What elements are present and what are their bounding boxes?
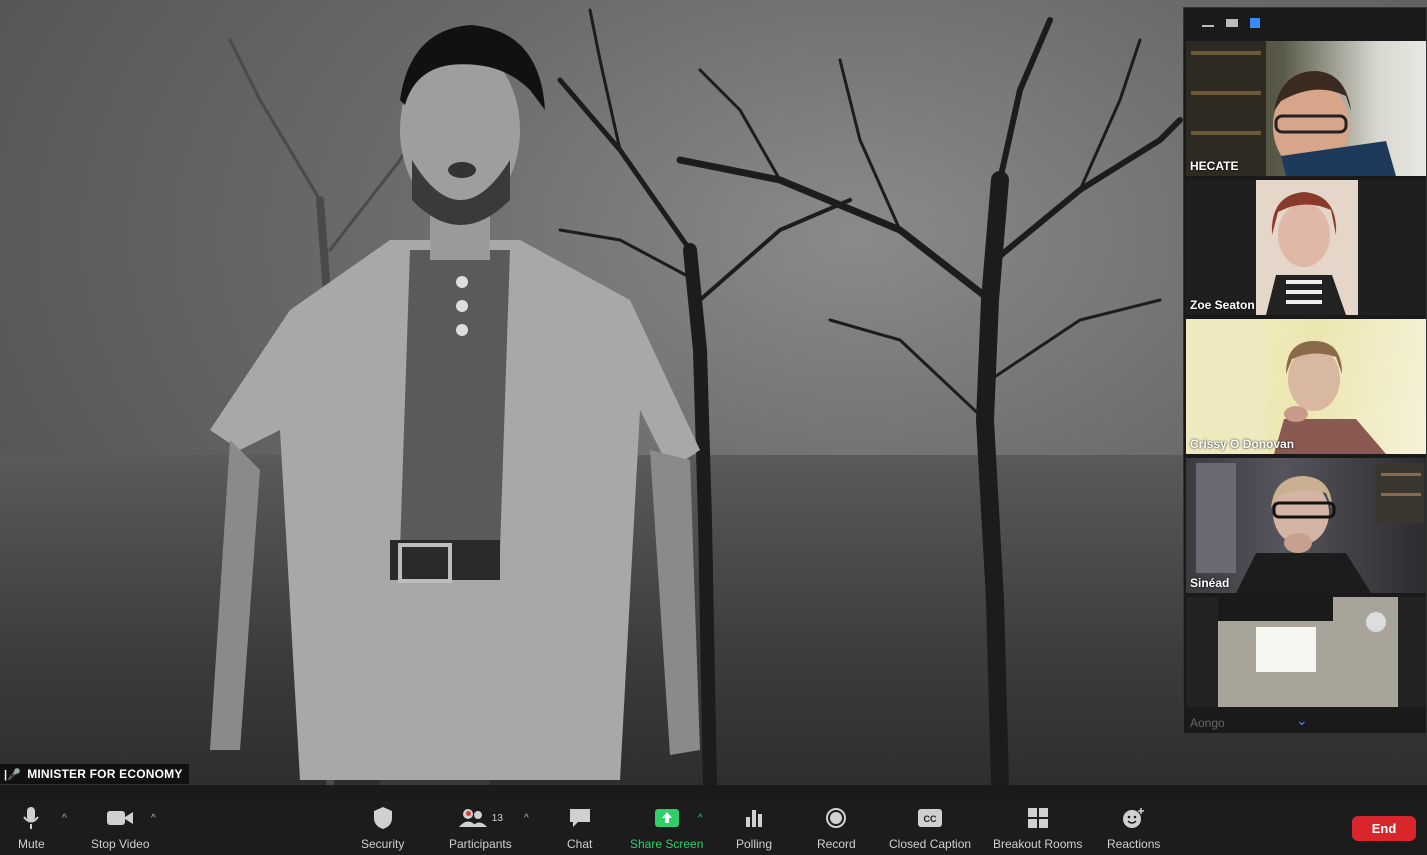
participant-tile[interactable]: Zoe Seaton bbox=[1186, 180, 1426, 315]
participants-icon: 13 bbox=[458, 805, 503, 831]
shield-icon bbox=[372, 805, 394, 831]
side-by-side-icon[interactable] bbox=[1250, 18, 1260, 28]
hide-video-icon[interactable] bbox=[1226, 19, 1238, 27]
participant-name: Sinéad bbox=[1190, 576, 1230, 590]
presenter-figure bbox=[210, 25, 700, 785]
stop-video-button[interactable]: Stop Video bbox=[91, 805, 150, 851]
security-button[interactable]: Security bbox=[361, 805, 404, 851]
participant-tile[interactable]: Crissy O Donovan bbox=[1186, 319, 1426, 454]
meeting-toolbar: Mute ^ Stop Video ^ Security 13 Particip… bbox=[0, 801, 1427, 855]
share-screen-button[interactable]: Share Screen bbox=[630, 805, 703, 851]
next-participant-name: Aongo bbox=[1190, 716, 1225, 730]
gallery-view-controls bbox=[1184, 8, 1426, 38]
participants-count: 13 bbox=[491, 812, 503, 824]
breakout-grid-icon bbox=[1027, 805, 1049, 831]
participants-options-caret-icon[interactable]: ^ bbox=[524, 813, 529, 824]
microphone-icon bbox=[22, 805, 40, 831]
breakout-rooms-button[interactable]: Breakout Rooms bbox=[993, 805, 1082, 851]
audio-options-caret-icon[interactable]: ^ bbox=[62, 813, 67, 824]
svg-text:CC: CC bbox=[924, 814, 937, 824]
record-button[interactable]: Record bbox=[817, 805, 856, 851]
minimize-icon[interactable] bbox=[1202, 25, 1214, 27]
participant-video bbox=[1186, 41, 1396, 176]
participant-video bbox=[1256, 180, 1358, 315]
participants-button[interactable]: 13 Participants bbox=[449, 805, 512, 851]
closed-caption-icon: CC bbox=[917, 805, 943, 831]
participant-gallery-panel: HECATE Zoe Seaton Crissy O Donovan Sinéa… bbox=[1183, 7, 1427, 734]
closed-caption-button[interactable]: CC Closed Caption bbox=[889, 805, 971, 851]
scroll-down-chevron-icon[interactable]: ⌄ bbox=[1296, 712, 1308, 729]
participant-video bbox=[1186, 319, 1386, 454]
speaker-name-label: |🎤 MINISTER FOR ECONOMY bbox=[0, 764, 189, 784]
notification-dot bbox=[466, 811, 471, 816]
share-options-caret-icon[interactable]: ^ bbox=[698, 813, 703, 824]
video-options-caret-icon[interactable]: ^ bbox=[151, 813, 156, 824]
record-icon bbox=[825, 805, 847, 831]
chat-bubble-icon bbox=[568, 805, 592, 831]
muted-mic-icon: |🎤 bbox=[4, 768, 22, 781]
speaker-name: MINISTER FOR ECONOMY bbox=[27, 767, 183, 781]
participant-tile[interactable]: Sinéad bbox=[1186, 458, 1426, 593]
chat-button[interactable]: Chat bbox=[567, 805, 592, 851]
reactions-button[interactable]: Reactions bbox=[1107, 805, 1160, 851]
share-screen-icon bbox=[654, 805, 680, 831]
smiley-plus-icon bbox=[1122, 805, 1146, 831]
participant-video bbox=[1196, 463, 1424, 593]
participant-tile[interactable] bbox=[1186, 597, 1426, 707]
mute-button[interactable]: Mute bbox=[18, 805, 45, 851]
end-meeting-button[interactable]: End bbox=[1352, 816, 1416, 841]
video-camera-icon bbox=[106, 805, 134, 831]
participant-name: Crissy O Donovan bbox=[1190, 437, 1295, 451]
participant-video bbox=[1218, 597, 1398, 707]
participant-name: Zoe Seaton bbox=[1190, 298, 1255, 312]
polling-button[interactable]: Polling bbox=[736, 805, 772, 851]
zoom-meeting-window: |🎤 MINISTER FOR ECONOMY HECATE Zoe Seato… bbox=[0, 0, 1427, 855]
participant-tile[interactable]: HECATE bbox=[1186, 41, 1426, 176]
participant-name: HECATE bbox=[1190, 159, 1239, 173]
bar-chart-icon bbox=[744, 805, 764, 831]
